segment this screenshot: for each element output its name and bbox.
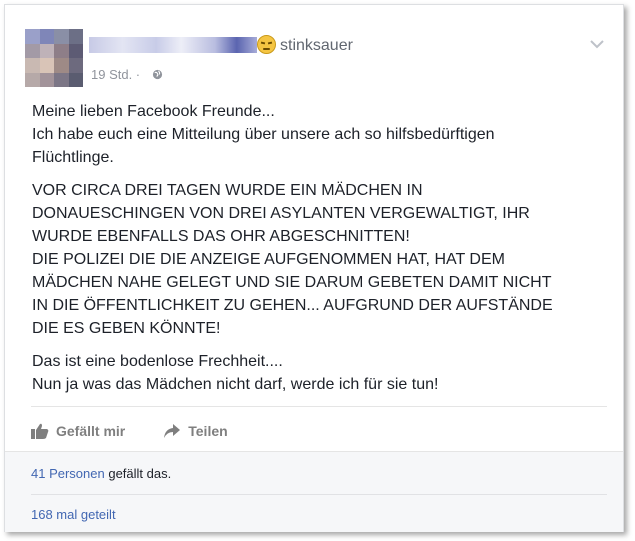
angry-face-emoji-icon — [257, 35, 276, 54]
post-paragraph: Das ist eine bodenlose Frechheit.... Nun… — [32, 350, 612, 396]
post-paragraph: Meine lieben Facebook Freunde... Ich hab… — [32, 100, 612, 169]
post-timestamp[interactable]: 19 Std. · — [91, 67, 140, 82]
author-name-blurred[interactable] — [89, 37, 257, 53]
like-label: Gefällt mir — [56, 423, 126, 439]
text-line: DIE POLIZEI DIE DIE ANZEIGE AUFGENOMMEN … — [32, 251, 505, 268]
text-line: DONAUESCHINGEN VON DREI ASYLANTEN VERGEW… — [32, 205, 530, 222]
text-line: Ich habe euch eine Mitteilung über unser… — [32, 126, 495, 143]
text-line: Meine lieben Facebook Freunde... — [32, 103, 275, 120]
facebook-post-card: stinksauer 19 Std. · Meine lieben Facebo… — [4, 4, 624, 532]
post-body: Meine lieben Facebook Freunde... Ich hab… — [32, 100, 612, 406]
avatar[interactable] — [25, 29, 83, 87]
divider — [31, 406, 607, 407]
likes-summary: 41 Personen gefällt das. — [31, 466, 171, 481]
thumbs-up-icon — [31, 423, 49, 439]
chevron-down-icon[interactable] — [590, 39, 604, 49]
globe-icon — [152, 69, 163, 80]
share-button[interactable]: Teilen — [163, 423, 228, 439]
text-line: Flüchtlinge. — [32, 149, 114, 166]
post-footer: 41 Personen gefällt das. 168 mal geteilt — [5, 451, 623, 532]
likes-suffix: gefällt das. — [104, 466, 172, 481]
shares-count-link[interactable]: 168 mal geteilt — [31, 507, 116, 522]
likes-count-link[interactable]: 41 Personen — [31, 466, 105, 481]
share-arrow-icon — [164, 424, 181, 438]
divider — [31, 494, 607, 495]
text-line: MÄDCHEN NAHE GELEGT UND SIE DARUM GEBETE… — [32, 274, 552, 291]
like-button[interactable]: Gefällt mir — [31, 423, 125, 439]
text-line: DIE ES GEBEN KÖNNTE! — [32, 320, 221, 337]
text-line: Das ist eine bodenlose Frechheit.... — [32, 353, 283, 370]
post-actions: Gefällt mir Teilen — [31, 416, 228, 446]
share-label: Teilen — [188, 423, 228, 439]
text-line: Nun ja was das Mädchen nicht darf, werde… — [32, 376, 439, 393]
text-line: IN DIE ÖFFENTLICHKEIT ZU GEHEN... AUFGRU… — [32, 297, 553, 314]
text-line: WURDE EBENFALLS DAS OHR ABGESCHNITTEN! — [32, 228, 410, 245]
text-line: VOR CIRCA DREI TAGEN WURDE EIN MÄDCHEN I… — [32, 182, 423, 199]
post-paragraph: VOR CIRCA DREI TAGEN WURDE EIN MÄDCHEN I… — [32, 179, 612, 340]
feeling-label: stinksauer — [280, 37, 353, 54]
